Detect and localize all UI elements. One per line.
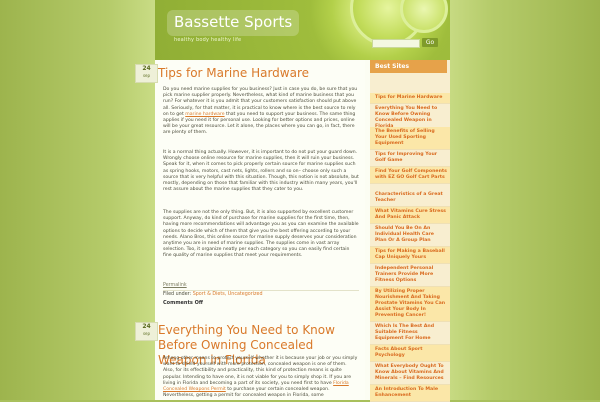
sidebar-heading: Best Sites: [370, 60, 447, 73]
post-paragraph: Among other means to protect yourself wh…: [163, 356, 359, 399]
post-month: sep: [142, 331, 151, 336]
post-date-badge: 24 sep: [135, 322, 158, 341]
post-paragraph: Do you need marine supplies for you busi…: [163, 87, 359, 137]
marine-hardware-link[interactable]: marine hardware: [185, 112, 224, 117]
post-paragraph: It is a normal thing actually. However, …: [163, 150, 359, 193]
sidebar-link-item[interactable]: The Benefits of Selling Your Used Sporti…: [370, 127, 450, 150]
sidebar-link-item[interactable]: Find Your Golf Components with EZ GO Gol…: [370, 167, 450, 184]
comments-status: Comments Off: [163, 300, 203, 306]
post-categories: Filed under: Sport & Diets, Uncategorize…: [163, 292, 263, 297]
post-day: 24: [142, 323, 151, 330]
left-background: [0, 0, 155, 400]
divider: [163, 290, 359, 291]
sidebar-link-item[interactable]: Tips for Improving Your Golf Game: [370, 150, 450, 167]
sidebar-link-item[interactable]: Independent Personal Trainers Provide Mo…: [370, 264, 450, 287]
sidebar-link-item[interactable]: Facts About Sport Psychology: [370, 345, 450, 362]
sidebar-link-item[interactable]: What Everybody Ought To Know About Vitam…: [370, 362, 450, 385]
sidebar-link-item[interactable]: What Vitamins Cure Stress And Panic Atta…: [370, 207, 450, 224]
sidebar-link-item[interactable]: An Introduction To Male Enhancement: [370, 385, 450, 402]
sidebar-link-item[interactable]: Characteristics of a Great Teacher: [370, 190, 450, 207]
post-day: 24: [142, 65, 151, 72]
site-title[interactable]: Bassette Sports: [174, 13, 292, 31]
permalink-link[interactable]: Permalink: [163, 283, 187, 288]
filed-label: Filed under:: [163, 292, 193, 297]
post-title[interactable]: Tips for Marine Hardware: [158, 66, 309, 81]
category-links[interactable]: Sport & Diets, Uncategorized: [193, 292, 263, 297]
sidebar-link-item[interactable]: By Utilizing Proper Nourishment And Taki…: [370, 287, 450, 322]
sidebar-link-item[interactable]: Which Is The Best And Suitable Fitness E…: [370, 322, 450, 345]
site-tagline: healthy body healthy life: [174, 37, 242, 43]
post-date-badge: 24 sep: [135, 64, 158, 83]
paragraph-text: Among other means to protect yourself wh…: [163, 356, 358, 386]
search-input[interactable]: [372, 39, 420, 48]
search-go-button[interactable]: Go: [422, 38, 438, 47]
sidebar-link-item[interactable]: Should You Be On An Individual Health Ca…: [370, 224, 450, 247]
sidebar-link-item[interactable]: Tips for Marine Hardware: [370, 93, 450, 104]
post-paragraph: The supplies are not the only thing. But…: [163, 210, 359, 259]
right-background: [445, 0, 600, 400]
sidebar-link-item[interactable]: Tips for Making a Baseball Cap Uniquely …: [370, 247, 450, 264]
post-month: sep: [142, 73, 151, 78]
